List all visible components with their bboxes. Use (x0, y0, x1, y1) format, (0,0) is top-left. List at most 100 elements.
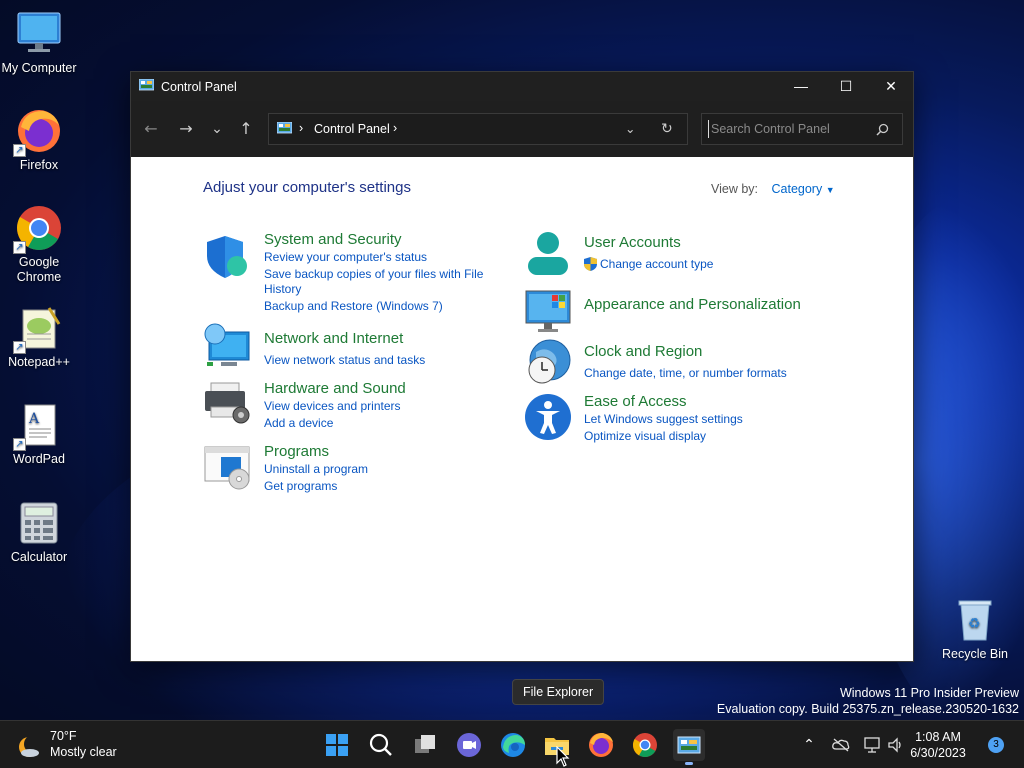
taskbar: 70°F Mostly clear ⌃ 1:08 AM 6/30/2023 3 (0, 720, 1024, 768)
shortcut-arrow-icon: ↗ (13, 438, 26, 451)
file-explorer-tooltip: File Explorer (512, 679, 605, 705)
breadcrumb-separator[interactable]: › (299, 121, 303, 135)
title-bar[interactable]: Control Panel — ☐ ✕ (131, 72, 913, 101)
shield-icon[interactable] (203, 232, 251, 280)
desktop-icon-firefox[interactable]: ↗ Firefox (0, 107, 78, 173)
teams-chat-icon[interactable] (453, 729, 485, 761)
watermark-line-1: Windows 11 Pro Insider Preview (839, 686, 1019, 700)
view-by: View by: Category ▼ (711, 182, 835, 196)
back-button[interactable]: ← (139, 118, 163, 142)
printer-icon[interactable] (203, 379, 251, 427)
link-review-status[interactable]: Review your computer's status (264, 250, 427, 265)
category-system-and-security[interactable]: System and Security (264, 231, 402, 248)
category-network-and-internet[interactable]: Network and Internet (264, 330, 403, 347)
notepad-plus-plus-icon: ↗ (13, 304, 63, 354)
category-programs[interactable]: Programs (264, 443, 329, 460)
link-view-network-status[interactable]: View network status and tasks (264, 353, 425, 368)
link-save-backup-copies[interactable]: Save backup copies of your files with Fi… (264, 267, 483, 282)
control-panel-icon (139, 79, 154, 91)
desktop-icon-wordpad[interactable]: A ↗ WordPad (0, 401, 78, 467)
control-panel-icon (277, 122, 292, 134)
recent-locations-button[interactable]: ⌄ (205, 118, 229, 142)
desktop-icon-label: Google Chrome (16, 255, 62, 284)
content-pane: Adjust your computer's settings View by:… (131, 157, 913, 661)
wordpad-icon: A ↗ (13, 401, 63, 451)
control-panel-taskbar-button[interactable] (673, 729, 705, 765)
monitor-icon (15, 10, 63, 58)
clock[interactable]: 1:08 AM 6/30/2023 (900, 729, 976, 761)
link-backup-and-restore[interactable]: Backup and Restore (Windows 7) (264, 299, 443, 314)
maximize-button[interactable]: ☐ (823, 72, 869, 101)
search-input[interactable] (708, 120, 868, 138)
address-dropdown-icon[interactable]: ⌄ (625, 121, 635, 136)
link-let-windows-suggest-settings[interactable]: Let Windows suggest settings (584, 412, 743, 427)
network-globe-icon[interactable] (203, 322, 251, 370)
svg-text:♻: ♻ (968, 615, 981, 631)
desktop-icon-calculator[interactable]: Calculator (0, 499, 78, 565)
desktop-icon-recycle-bin[interactable]: ♻ Recycle Bin (936, 596, 1014, 662)
weather-condition: Mostly clear (50, 745, 117, 759)
control-panel-icon (677, 736, 701, 754)
link-change-date-time-formats[interactable]: Change date, time, or number formats (584, 366, 787, 381)
category-hardware-and-sound[interactable]: Hardware and Sound (264, 380, 406, 397)
search-icon[interactable] (876, 123, 889, 136)
svg-text:A: A (28, 411, 40, 427)
task-view-icon[interactable] (409, 729, 441, 761)
weather-temperature: 70°F (50, 729, 77, 743)
onedrive-offline-icon[interactable] (832, 737, 850, 753)
breadcrumb-control-panel[interactable]: Control Panel (314, 122, 390, 136)
chrome-icon[interactable] (629, 729, 661, 761)
active-indicator (685, 762, 693, 765)
window-title: Control Panel (161, 80, 237, 94)
desktop-icon-google-chrome[interactable]: ↗ Google Chrome (0, 204, 78, 285)
refresh-icon[interactable]: ↻ (661, 120, 673, 137)
link-change-account-type[interactable]: Change account type (600, 257, 713, 272)
category-user-accounts[interactable]: User Accounts (584, 234, 681, 251)
link-add-a-device[interactable]: Add a device (264, 416, 333, 431)
desktop-icon-label: Firefox (19, 158, 59, 172)
up-button[interactable]: ↑ (234, 118, 258, 142)
desktop-icon-label: Recycle Bin (942, 647, 1008, 661)
ease-of-access-icon[interactable] (524, 393, 572, 441)
search-box[interactable] (701, 113, 903, 145)
close-button[interactable]: ✕ (868, 72, 914, 101)
start-windows-icon[interactable] (321, 729, 353, 761)
firefox-icon[interactable] (585, 729, 617, 761)
view-by-label: View by: (711, 182, 759, 196)
watermark-line-2: Evaluation copy. Build 25375.zn_release.… (716, 702, 1019, 716)
clock-time: 1:08 AM (915, 730, 961, 744)
clock-globe-icon[interactable] (524, 338, 572, 386)
search-icon[interactable] (365, 729, 397, 761)
link-save-backup-copies-cont[interactable]: History (264, 282, 301, 297)
link-get-programs[interactable]: Get programs (264, 479, 337, 494)
shortcut-arrow-icon: ↗ (13, 341, 26, 354)
link-uninstall-a-program[interactable]: Uninstall a program (264, 462, 368, 477)
edge-icon[interactable] (497, 729, 529, 761)
breadcrumb-trailing-chevron[interactable]: › (393, 121, 397, 135)
forward-button[interactable]: → (174, 118, 198, 142)
link-optimize-visual-display[interactable]: Optimize visual display (584, 429, 706, 444)
page-heading: Adjust your computer's settings (203, 179, 411, 196)
category-clock-and-region[interactable]: Clock and Region (584, 343, 702, 360)
mouse-cursor-icon (556, 746, 570, 767)
network-icon[interactable] (863, 736, 881, 754)
category-ease-of-access[interactable]: Ease of Access (584, 393, 687, 410)
clock-date: 6/30/2023 (910, 746, 966, 760)
uac-shield-icon (584, 257, 597, 271)
notification-badge[interactable]: 3 (988, 737, 1004, 753)
user-icon[interactable] (524, 229, 572, 277)
minimize-button[interactable]: — (778, 72, 824, 101)
desktop-icon-label: Calculator (10, 550, 68, 564)
link-view-devices-and-printers[interactable]: View devices and printers (264, 399, 401, 414)
show-hidden-icons-chevron-icon[interactable]: ⌃ (798, 721, 820, 768)
calculator-icon (15, 499, 63, 547)
desktop-icon-label: WordPad (13, 452, 65, 466)
desktop-icon-notepad-plus-plus[interactable]: ↗ Notepad++ (0, 304, 78, 370)
desktop-icon-my-computer[interactable]: My Computer (0, 10, 78, 76)
address-bar[interactable]: › Control Panel › ⌄ ↻ (268, 113, 688, 145)
programs-icon[interactable] (203, 443, 251, 491)
chrome-icon: ↗ (13, 204, 63, 254)
category-appearance-and-personalization[interactable]: Appearance and Personalization (584, 296, 801, 313)
view-by-dropdown[interactable]: Category ▼ (772, 182, 835, 196)
appearance-personalization-icon[interactable] (524, 287, 572, 335)
